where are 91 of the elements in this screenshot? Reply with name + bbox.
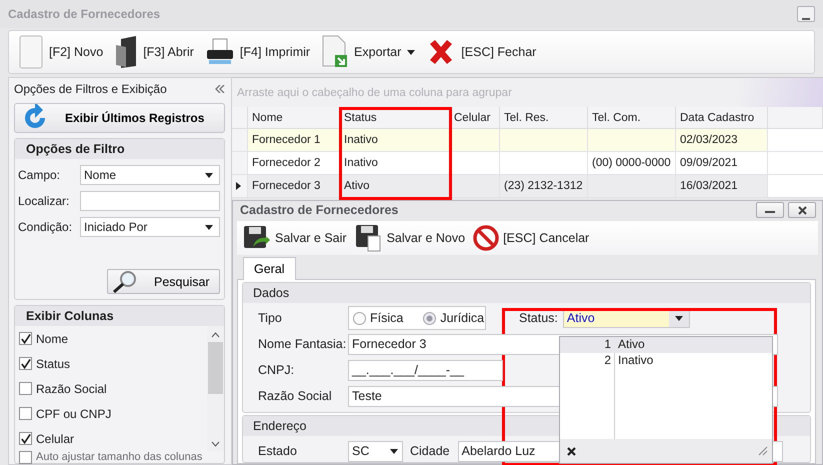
table-cell (450, 129, 500, 152)
field-label: Nome Fantasia: (258, 337, 348, 351)
column-header[interactable]: Data Cadastro (676, 107, 768, 129)
caret-icon (674, 316, 683, 320)
checkbox[interactable] (19, 332, 32, 345)
group-title: Dados (243, 283, 810, 303)
field-label: Campo: (18, 168, 62, 182)
field-label: Condição: (18, 220, 74, 234)
table-cell (450, 152, 500, 175)
field-label: Razão Social (258, 389, 333, 403)
floppy-disk-page-icon (354, 224, 383, 252)
dropdown-field[interactable]: Iniciado Por (80, 217, 220, 237)
resize-grip-icon[interactable] (758, 446, 768, 456)
list-index: 2 (603, 353, 612, 369)
column-header[interactable]: Celular (450, 107, 500, 129)
checkbox[interactable] (19, 432, 32, 445)
table-cell: 02/03/2023 (676, 129, 768, 152)
caret-icon (390, 448, 398, 454)
checkbox[interactable] (19, 357, 32, 370)
window-title: Cadastro de Fornecedores (8, 7, 160, 21)
list-item[interactable]: Ativo (614, 337, 772, 353)
table-cell: Fornecedor 3 (248, 175, 340, 198)
toolbar-button[interactable]: [F4] Imprimir (204, 37, 312, 67)
search-button[interactable]: Pesquisar (107, 269, 220, 294)
checkbox-label: Auto ajustar tamanho das colunas (36, 451, 202, 463)
toolbar-button[interactable]: [F3] Abrir (113, 35, 196, 69)
checkbox[interactable] (19, 407, 32, 420)
checkbox-label: Status (36, 356, 70, 370)
list-item[interactable]: Inativo (614, 353, 772, 369)
field-label: Estado (258, 444, 298, 458)
toolbar-button[interactable]: Salvar e Sair (243, 225, 347, 252)
document-export-icon (322, 35, 348, 69)
minimize-icon (802, 17, 810, 21)
table-cell: (00) 0000-0000 (588, 152, 676, 175)
radio-button[interactable] (423, 312, 436, 324)
field-label: Status: (519, 311, 558, 325)
group-by-hint: Arraste aqui o cabeçalho de uma coluna para agrupar (232, 77, 823, 107)
close-icon (798, 206, 806, 215)
radio-label: Jurídica (440, 311, 484, 325)
dropdown-field[interactable]: Nome (80, 165, 220, 185)
column-header[interactable]: Nome (248, 107, 340, 129)
field-label: Tipo (258, 311, 283, 325)
toolbar-button[interactable]: Exportar (320, 35, 418, 69)
field-label: CNPJ: (258, 363, 296, 377)
toolbar-button[interactable]: Salvar e Novo (354, 224, 466, 252)
table-cell: 16/03/2021 (676, 175, 768, 198)
column-header[interactable]: Tel. Res. (500, 107, 588, 129)
checkbox[interactable] (19, 450, 32, 464)
dropdown-field[interactable]: SC (348, 440, 403, 462)
toolbar-button[interactable]: [ESC] Fechar (425, 38, 538, 66)
toolbar-button[interactable]: [F2] Novo (17, 35, 106, 69)
radio-label: Física (370, 311, 404, 325)
caret-icon (205, 172, 213, 178)
table-cell: Fornecedor 1 (248, 129, 340, 152)
input-field[interactable]: __.___.___/____-__ (348, 360, 503, 380)
table-cell: Inativo (340, 129, 450, 152)
table-cell: Ativo (340, 175, 450, 198)
close-icon[interactable] (567, 446, 576, 456)
minimize-button[interactable] (797, 6, 815, 22)
blank-page-icon (19, 35, 43, 69)
close-button[interactable] (788, 202, 816, 218)
table-cell: 09/09/2021 (676, 152, 768, 175)
toolbar-button[interactable]: [ESC] Cancelar (473, 225, 590, 252)
folder-icon (115, 35, 138, 69)
table-cell (450, 175, 500, 198)
panel-title: Opções de Filtros e Exibição (14, 82, 167, 96)
checkbox-label: Celular (36, 432, 74, 446)
dialog-title: Cadastro de Fornecedores (240, 203, 398, 218)
prohibited-icon (473, 225, 500, 252)
field-label: Localizar: (18, 194, 70, 208)
group-title: Exibir Colunas (15, 306, 224, 326)
printer-icon (206, 37, 234, 67)
magnifier-icon (112, 270, 138, 292)
group-title: Opções de Filtro (15, 139, 224, 159)
radio-button[interactable] (353, 312, 366, 324)
caret-icon (205, 224, 213, 230)
row-indicator[interactable] (232, 175, 248, 198)
show-latest-button[interactable]: Exibir Últimos Registros (14, 103, 225, 133)
checkbox[interactable] (19, 382, 32, 395)
checkbox-label: Nome (36, 332, 68, 346)
column-header[interactable]: Tel. Com. (588, 107, 676, 129)
collapse-chevron-icon[interactable] (215, 84, 225, 92)
list-index: 1 (560, 337, 614, 353)
table-cell: (23) 2132-1312 (500, 175, 588, 198)
header-filler (768, 107, 823, 129)
input-field[interactable] (80, 191, 220, 211)
checkbox-label: CPF ou CNPJ (36, 406, 112, 420)
tab[interactable]: Geral (243, 257, 296, 280)
minimize-button[interactable] (756, 202, 784, 218)
field-label: Cidade (410, 444, 450, 458)
checkbox-label: Razão Social (36, 382, 107, 396)
